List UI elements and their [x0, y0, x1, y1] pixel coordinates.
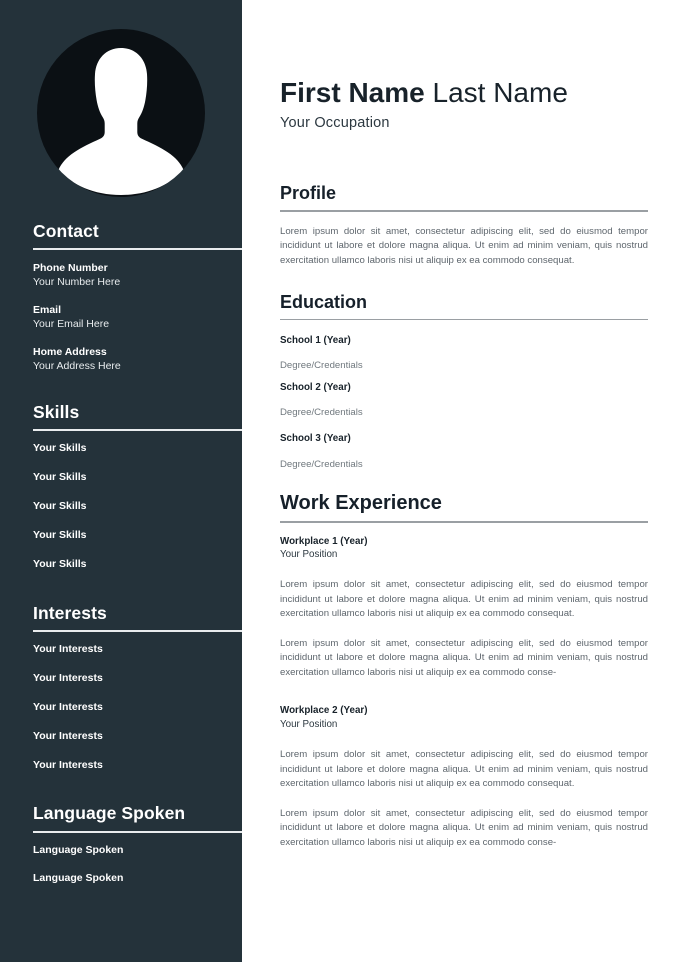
school-subtitle: Degree/Credentials: [280, 407, 363, 419]
workplace-paragraph: Lorem ipsum dolor sit amet, consectetur …: [280, 748, 648, 790]
language-item[interactable]: Language Spoken: [33, 844, 242, 857]
workplace-title: Workplace 2 (Year): [280, 705, 368, 717]
contact-divider: [33, 248, 242, 251]
skill-item[interactable]: Your Skills: [33, 558, 242, 571]
skill-item[interactable]: Your Skills: [33, 442, 242, 455]
last-name: Last Name: [432, 77, 568, 108]
sidebar-section-interests: Interests Your Interests Your Interests …: [33, 602, 242, 772]
person-silhouette-icon: [58, 48, 184, 195]
email-label: Email: [33, 304, 62, 317]
contact-entry-email: Email Your Email Here: [33, 303, 242, 332]
phone-label: Phone Number: [33, 262, 108, 275]
address-value[interactable]: Your Address Here: [33, 359, 242, 374]
address-label: Home Address: [33, 345, 107, 358]
school-title: School 2 (Year): [280, 381, 351, 393]
work-entry: Workplace 1 (Year) Your Position Lorem i…: [280, 535, 648, 681]
main-content: First Name Last Name Your Occupation Pro…: [280, 0, 648, 850]
workplace-position: Your Position: [280, 548, 338, 560]
profile-divider: [280, 210, 648, 212]
interest-item[interactable]: Your Interests: [33, 759, 242, 772]
work-divider: [280, 521, 648, 523]
avatar[interactable]: [37, 29, 205, 197]
school-title: School 3 (Year): [280, 432, 351, 444]
school-subtitle: Degree/Credentials: [280, 360, 363, 372]
section-education: Education School 1 (Year) Degree/Credent…: [280, 292, 648, 471]
first-name: First Name: [280, 77, 425, 108]
contact-entry-phone: Phone Number Your Number Here: [33, 261, 242, 290]
school-subtitle: Degree/Credentials: [280, 458, 363, 470]
phone-value[interactable]: Your Number Here: [33, 275, 242, 290]
sidebar-section-skills: Skills Your Skills Your Skills Your Skil…: [33, 401, 242, 571]
interest-item[interactable]: Your Interests: [33, 643, 242, 656]
language-item[interactable]: Language Spoken: [33, 872, 242, 885]
occupation: Your Occupation: [280, 115, 390, 132]
avatar-circle: [37, 29, 205, 197]
work-entry: Workplace 2 (Year) Your Position Lorem i…: [280, 704, 648, 850]
workplace-paragraph: Lorem ipsum dolor sit amet, consectetur …: [280, 637, 648, 678]
education-divider: [280, 318, 648, 321]
skills-divider: [33, 429, 242, 432]
interests-divider: [33, 629, 242, 632]
interest-item[interactable]: Your Interests: [33, 730, 242, 743]
education-entry: School 1 (Year) Degree/Credentials: [280, 335, 648, 372]
languages-divider: [33, 830, 242, 833]
skills-heading: Skills: [33, 401, 80, 422]
workplace-title: Workplace 1 (Year): [280, 535, 368, 547]
work-heading: Work Experience: [280, 492, 442, 515]
sidebar-sections: Contact Phone Number Your Number Here Em…: [33, 221, 242, 901]
section-work-experience: Work Experience Workplace 1 (Year) Your …: [280, 492, 648, 850]
skill-item[interactable]: Your Skills: [33, 529, 242, 542]
education-entry: School 2 (Year) Degree/Credentials: [280, 382, 648, 420]
workplace-paragraph: Lorem ipsum dolor sit amet, consectetur …: [280, 579, 648, 620]
languages-heading: Language Spoken: [33, 803, 186, 824]
school-title: School 1 (Year): [280, 335, 351, 347]
workplace-position: Your Position: [280, 718, 338, 730]
sidebar-section-contact: Contact Phone Number Your Number Here Em…: [33, 221, 242, 374]
sidebar-section-languages: Language Spoken Language Spoken Language…: [33, 804, 242, 884]
contact-heading: Contact: [33, 221, 99, 241]
education-heading: Education: [280, 292, 368, 313]
interest-item[interactable]: Your Interests: [33, 672, 242, 685]
profile-heading: Profile: [280, 183, 337, 204]
sidebar: Contact Phone Number Your Number Here Em…: [0, 0, 242, 962]
profile-text: Lorem ipsum dolor sit amet, consectetur …: [280, 225, 648, 266]
skill-item[interactable]: Your Skills: [33, 500, 242, 513]
resume-page: Contact Phone Number Your Number Here Em…: [0, 0, 680, 962]
section-profile: Profile Lorem ipsum dolor sit amet, cons…: [280, 183, 648, 268]
page-title: First Name Last Name: [280, 77, 648, 108]
workplace-paragraph: Lorem ipsum dolor sit amet, consectetur …: [280, 807, 648, 848]
interest-item[interactable]: Your Interests: [33, 701, 242, 714]
skill-item[interactable]: Your Skills: [33, 471, 242, 484]
email-value[interactable]: Your Email Here: [33, 317, 242, 332]
interests-heading: Interests: [33, 602, 107, 623]
education-entry: School 3 (Year) Degree/Credentials: [280, 433, 648, 471]
contact-entry-address: Home Address Your Address Here: [33, 345, 242, 374]
